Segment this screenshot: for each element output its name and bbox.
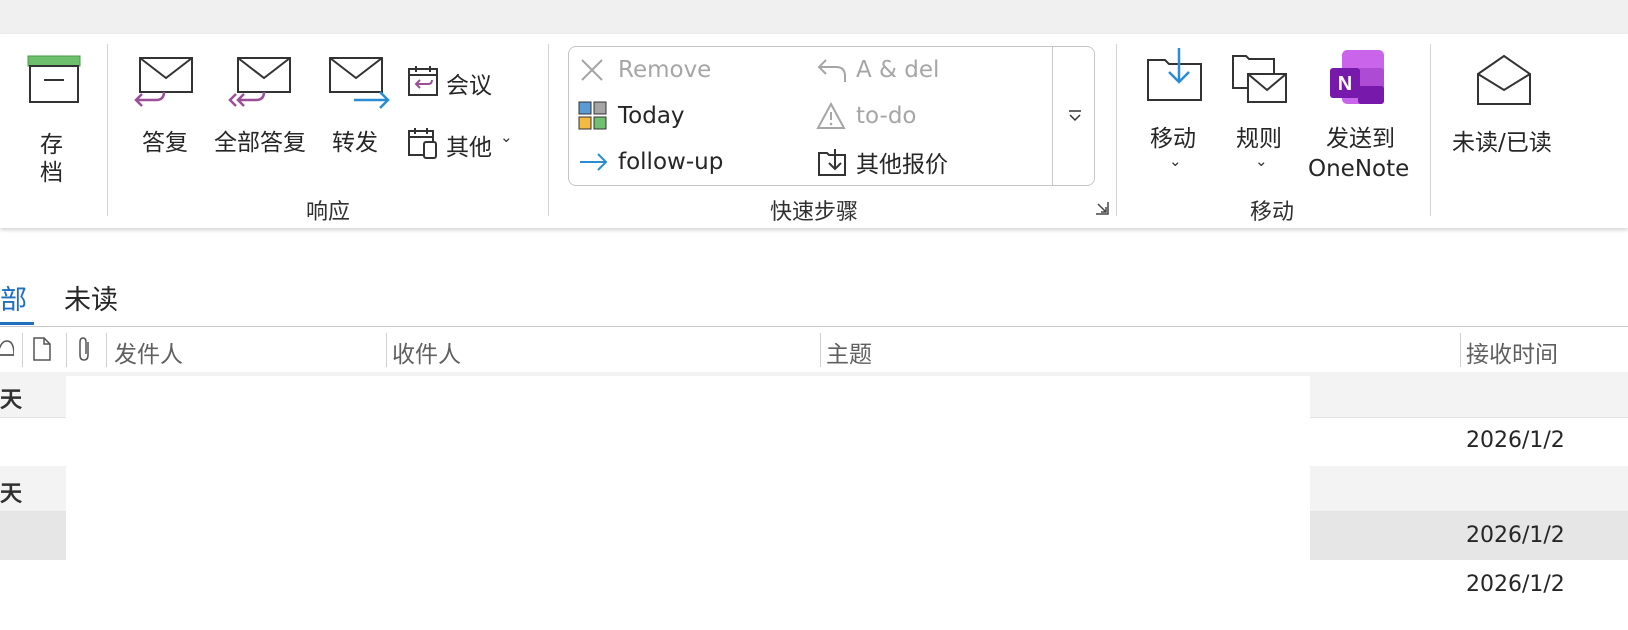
- reply-button[interactable]: 答复: [130, 48, 200, 158]
- quick-steps-expand-button[interactable]: [1052, 46, 1096, 186]
- chevron-down-icon: ⌄: [1169, 152, 1182, 170]
- onenote-letter: N: [1338, 73, 1352, 95]
- move-to-folder-icon: [1147, 48, 1202, 101]
- calendar-mobile-icon: [408, 128, 437, 159]
- warning-icon: [816, 100, 850, 132]
- tab-unread-label: 未读: [64, 285, 118, 316]
- document-icon: [33, 337, 51, 361]
- quick-step-remove-label: Remove: [618, 57, 712, 83]
- reply-all-button[interactable]: 全部答复: [210, 48, 310, 158]
- quick-step-today[interactable]: Today: [578, 100, 685, 132]
- move-button[interactable]: 移动 ⌄: [1140, 44, 1210, 194]
- move-to-folder-icon: [816, 146, 850, 178]
- attachment-column-header[interactable]: [72, 335, 98, 365]
- ribbon-separator: [548, 44, 549, 216]
- reply-icon: [134, 57, 193, 107]
- group-header-title: 天: [0, 388, 23, 413]
- column-separator: [66, 333, 67, 367]
- column-separator: [386, 333, 387, 367]
- respond-group-label: 响应: [306, 200, 351, 225]
- more-respond-label: 其他: [446, 135, 492, 161]
- rules-label: 规则: [1236, 126, 1282, 152]
- archive-label-line1: 存: [40, 132, 63, 158]
- column-separator: [1460, 333, 1461, 367]
- to-column-header[interactable]: 收件人: [392, 335, 461, 369]
- open-envelope-icon: [1477, 54, 1531, 105]
- quick-step-to-do-label: to-do: [856, 103, 917, 129]
- quick-step-remove[interactable]: Remove: [578, 54, 711, 86]
- paperclip-icon: [79, 337, 89, 361]
- archive-button[interactable]: 存 档: [16, 48, 88, 198]
- arrow-right-icon: [578, 146, 612, 178]
- title-bar-strip: [0, 0, 1628, 34]
- tab-all-underline: [0, 322, 34, 325]
- quick-step-other-quote-label: 其他报价: [856, 152, 948, 178]
- quick-steps-group-label: 快速步骤: [770, 200, 859, 225]
- column-separator: [106, 333, 107, 367]
- ribbon-separator: [107, 44, 108, 216]
- reply-all-label: 全部答复: [214, 130, 306, 156]
- forward-icon: [329, 57, 390, 109]
- reply-arrow-icon: [816, 54, 850, 86]
- onenote-label-line2: OneNote: [1308, 156, 1410, 182]
- move-group-label: 移动: [1250, 200, 1295, 225]
- archive-icon: [27, 55, 81, 103]
- reminder-column-header[interactable]: [0, 335, 20, 365]
- rules-button[interactable]: 规则 ⌄: [1226, 44, 1296, 194]
- tab-unread[interactable]: 未读: [64, 278, 118, 317]
- tab-all[interactable]: 部: [0, 278, 27, 317]
- quick-step-other-quote[interactable]: 其他报价: [816, 146, 948, 178]
- group-header-title: 天: [0, 482, 23, 507]
- received-date-cell: 2026/1/2: [1466, 523, 1565, 548]
- quick-step-follow-up-label: follow-up: [618, 149, 724, 175]
- chevron-down-icon: ⌄: [500, 128, 513, 146]
- ribbon-separator: [1116, 44, 1117, 216]
- from-column-header[interactable]: 发件人: [114, 335, 183, 369]
- onenote-icon: N: [1330, 50, 1384, 104]
- send-to-onenote-button[interactable]: N 发送到 OneNote: [1304, 44, 1416, 194]
- received-date-cell: 2026/1/2: [1466, 572, 1565, 597]
- forward-label: 转发: [332, 130, 378, 156]
- read-unread-button[interactable]: 未读/已读: [1446, 48, 1566, 158]
- subject-column-header[interactable]: 主题: [826, 335, 872, 369]
- redacted-region: [66, 376, 1310, 562]
- ribbon-separator: [1430, 44, 1431, 216]
- reply-label: 答复: [142, 130, 188, 156]
- rules-icon: [1232, 55, 1287, 103]
- quick-steps-launcher-icon[interactable]: [1094, 200, 1112, 218]
- onenote-label-line1: 发送到: [1326, 126, 1395, 152]
- read-unread-label: 未读/已读: [1452, 130, 1552, 156]
- quick-step-to-do[interactable]: to-do: [816, 100, 917, 132]
- calendar-reply-icon: [408, 66, 438, 96]
- quick-step-a-del-label: A & del: [856, 57, 940, 83]
- chevron-down-icon: ⌄: [1255, 152, 1268, 170]
- bell-icon: [0, 340, 14, 356]
- reply-all-icon: [228, 57, 291, 107]
- meeting-button[interactable]: 会议: [406, 64, 506, 100]
- meeting-label: 会议: [446, 73, 492, 99]
- column-separator: [820, 333, 821, 367]
- received-date-cell: 2026/1/2: [1466, 428, 1565, 453]
- color-categories-icon: [578, 100, 612, 132]
- quick-step-today-label: Today: [618, 103, 685, 129]
- archive-label-line2: 档: [40, 160, 63, 186]
- filter-tabs: 部 未读: [0, 270, 1628, 328]
- column-separator: [22, 333, 23, 367]
- type-column-header[interactable]: [28, 335, 54, 365]
- move-label: 移动: [1150, 126, 1196, 152]
- quick-step-a-del[interactable]: A & del: [816, 54, 939, 86]
- received-column-header[interactable]: 接收时间: [1466, 335, 1558, 369]
- forward-button[interactable]: 转发: [322, 48, 392, 158]
- gallery-expand-icon: [1068, 110, 1081, 122]
- tab-all-label: 部: [0, 285, 27, 316]
- message-list-header: 发件人 收件人 主题 接收时间: [0, 326, 1628, 373]
- table-row[interactable]: 2026/1/2: [0, 562, 1628, 630]
- close-icon: [578, 54, 612, 86]
- more-respond-button[interactable]: 其他 ⌄: [406, 126, 526, 162]
- quick-step-follow-up[interactable]: follow-up: [578, 146, 723, 178]
